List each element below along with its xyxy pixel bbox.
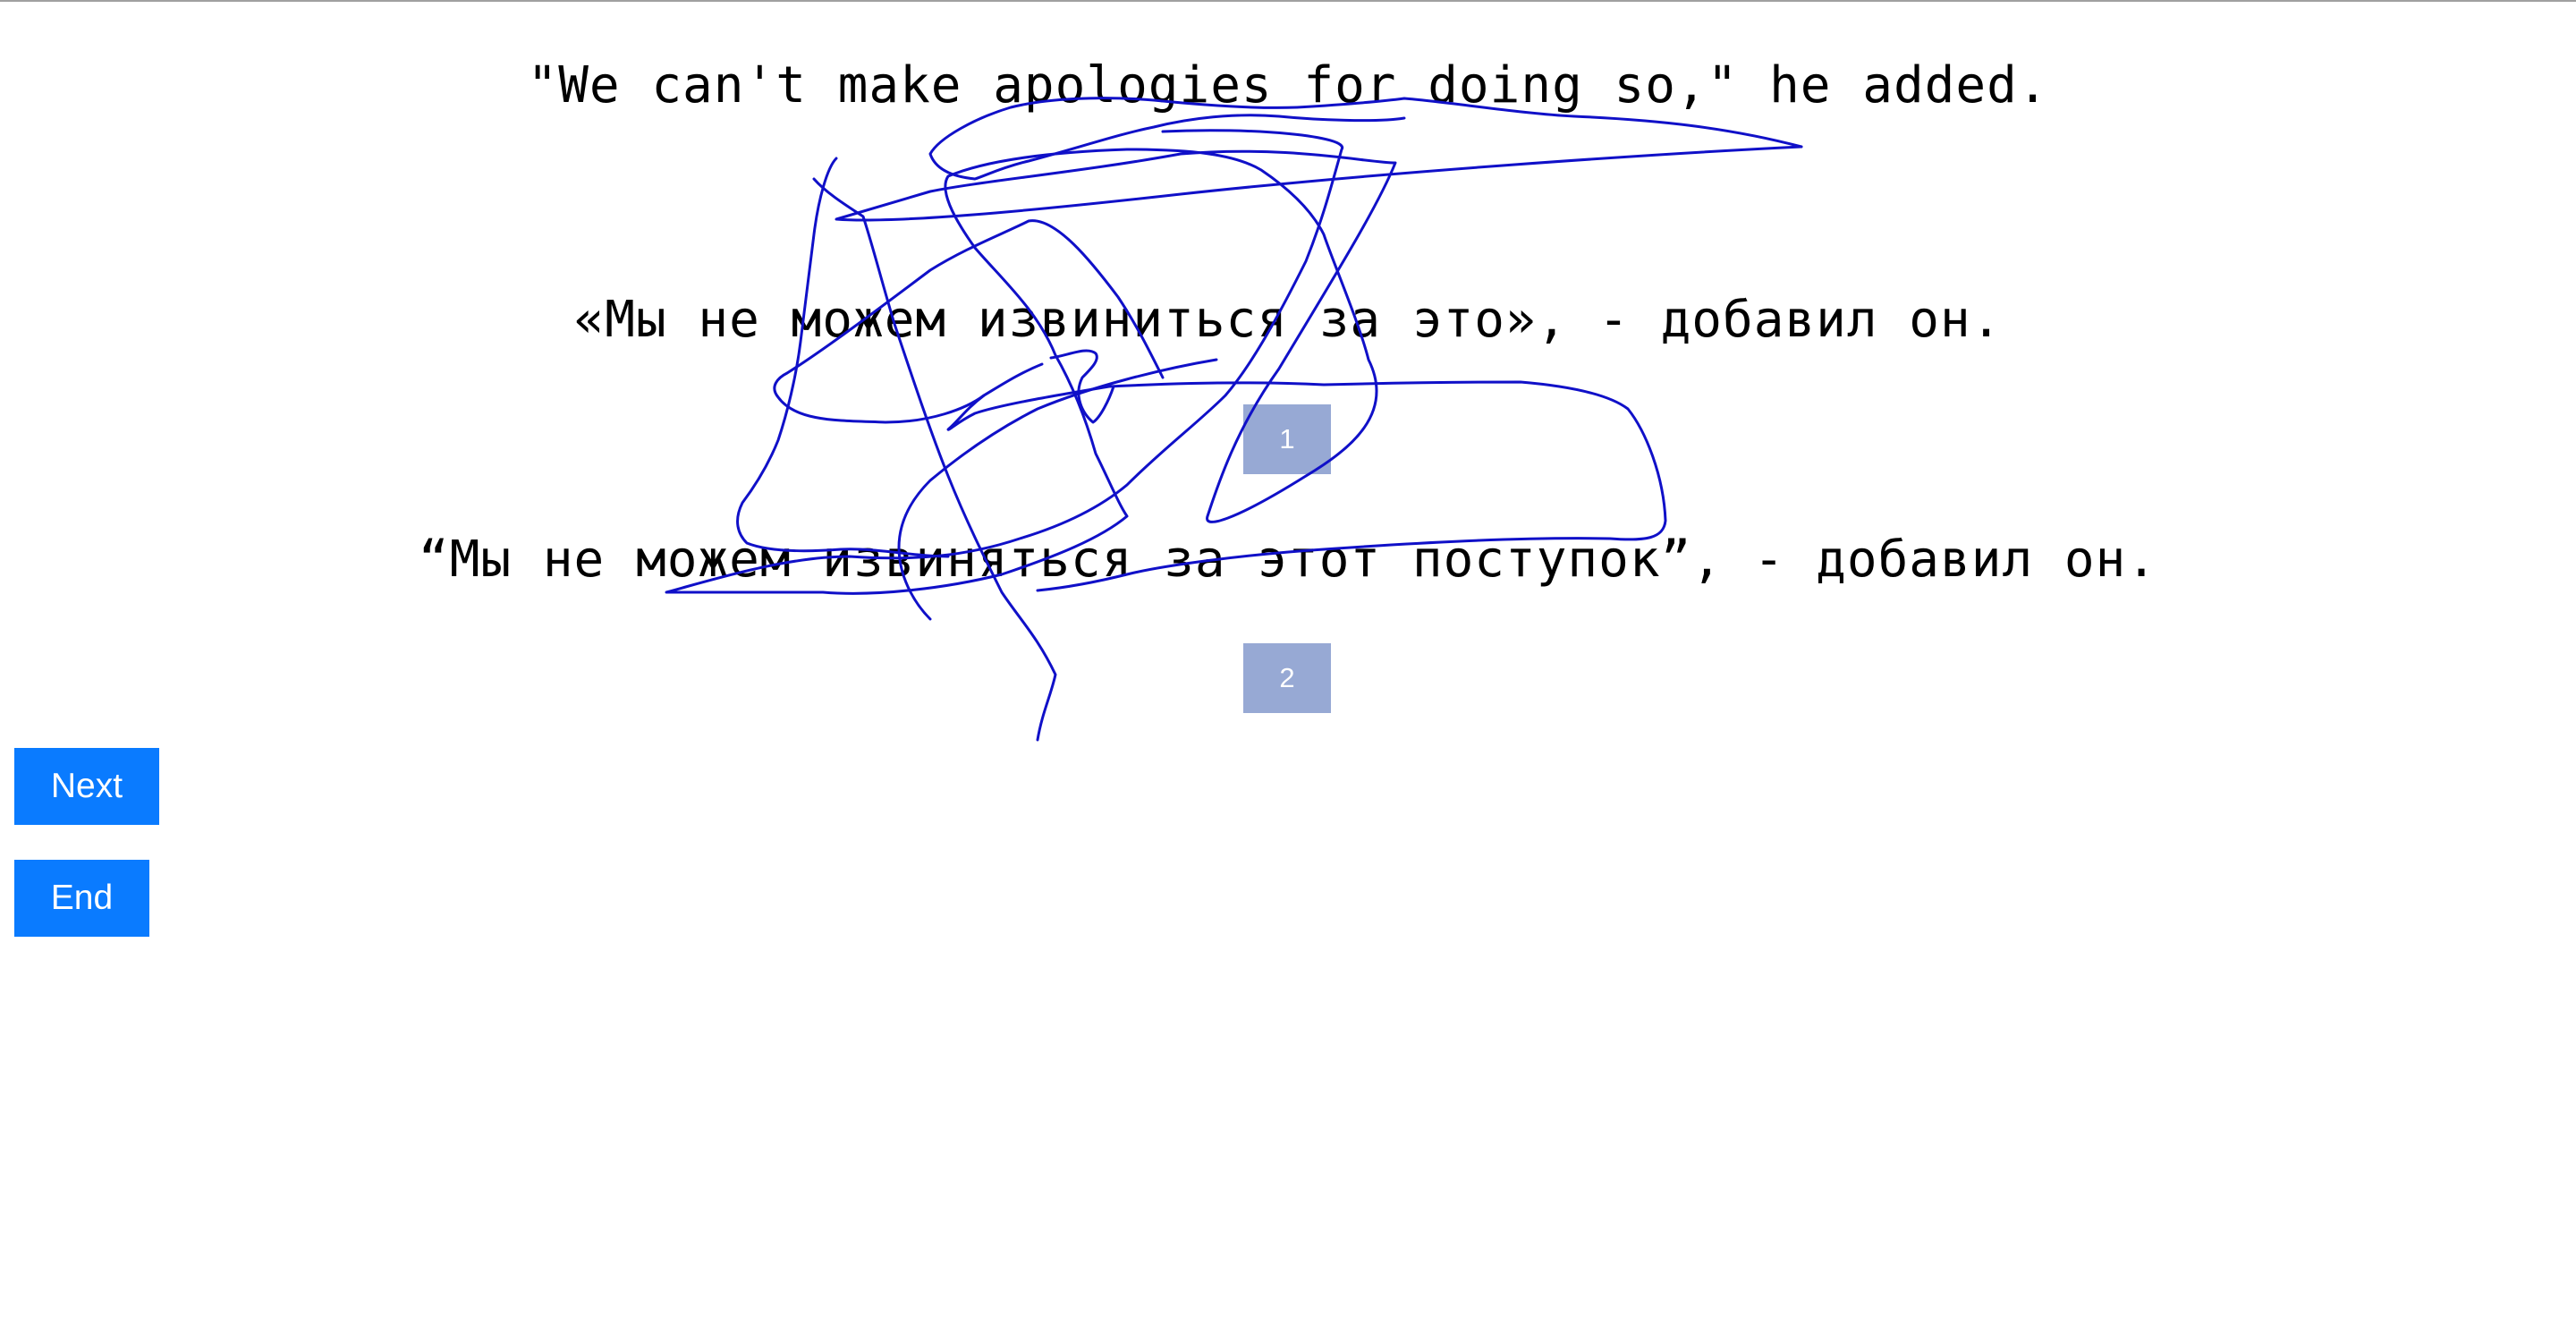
- scribble-stroke: [1049, 349, 1115, 424]
- scribble-stroke: [812, 177, 1057, 742]
- translation-1-text: «Мы не можем извиниться за это», - добав…: [573, 291, 2003, 349]
- evaluation-canvas[interactable]: "We can't make apologies for doing so," …: [0, 0, 2576, 1342]
- next-button[interactable]: Next: [14, 748, 159, 825]
- translation-2-choice-button[interactable]: 2: [1243, 643, 1331, 713]
- end-button[interactable]: End: [14, 860, 149, 937]
- translation-2-text: “Мы не можем извиняться за этот поступок…: [418, 531, 2158, 589]
- translation-1-choice-button[interactable]: 1: [1243, 404, 1331, 474]
- scribble-stroke: [736, 157, 950, 558]
- source-sentence: "We can't make apologies for doing so," …: [527, 56, 2049, 115]
